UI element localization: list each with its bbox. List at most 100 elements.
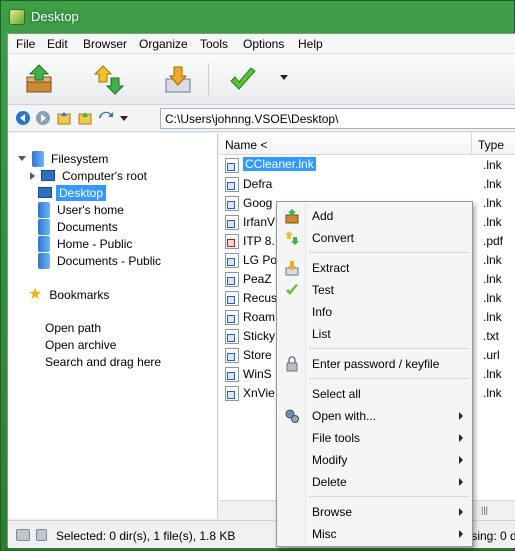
folder-green-icon[interactable] <box>77 110 93 126</box>
menu-separator <box>309 348 469 349</box>
test-toolbar-button[interactable] <box>224 61 262 99</box>
menu-separator <box>309 378 469 379</box>
menu-item-convert[interactable]: Convert <box>279 227 470 249</box>
tree-filesystem[interactable]: Filesystem <box>18 150 111 167</box>
submenu-arrow-icon <box>459 478 463 486</box>
file-type: .lnk <box>483 272 502 286</box>
folder-icon <box>38 201 50 218</box>
file-type: .lnk <box>483 177 502 191</box>
tree-users-home[interactable]: User's home <box>38 201 127 218</box>
menu-label: Delete <box>312 475 347 489</box>
shortcut-icon <box>225 272 239 287</box>
file-row[interactable]: CCleaner.lnk .lnk <box>219 156 515 175</box>
shortcut-icon <box>225 367 239 382</box>
url-file-icon <box>225 348 239 363</box>
menu-item-browse[interactable]: Browse <box>279 501 470 523</box>
add-archive-icon <box>26 64 52 93</box>
menu-item-info[interactable]: Info <box>279 301 470 323</box>
extract-toolbar-button[interactable] <box>159 61 197 99</box>
tree-computers-root[interactable]: Computer's root <box>30 167 150 184</box>
column-header-name[interactable]: Name < <box>219 133 472 155</box>
forward-icon[interactable] <box>35 110 51 126</box>
menu-item-modify[interactable]: Modify <box>279 449 470 471</box>
menu-item-open-with[interactable]: Open with... <box>279 405 470 427</box>
convert-toolbar-button[interactable] <box>90 61 128 99</box>
menu-item-select-all[interactable]: Select all <box>279 383 470 405</box>
tree-documents[interactable]: Documents <box>38 218 121 235</box>
history-dropdown-icon[interactable] <box>120 116 128 121</box>
menu-browser[interactable]: Browser <box>83 37 127 51</box>
checkmark-icon <box>286 284 298 295</box>
scroll-grip-icon[interactable]: ||| <box>481 505 488 515</box>
menu-item-list[interactable]: List <box>279 323 470 345</box>
menu-item-test[interactable]: Test <box>279 279 470 301</box>
tree-desktop[interactable]: Desktop <box>38 184 107 201</box>
pdf-icon <box>225 234 239 249</box>
shortcut-icon <box>225 196 239 211</box>
file-type: .lnk <box>483 291 502 305</box>
bookmarks-header[interactable]: ★ Bookmarks <box>28 286 112 303</box>
expand-icon[interactable] <box>18 156 26 161</box>
add-toolbar-button[interactable] <box>20 61 58 99</box>
menu-help[interactable]: Help <box>298 37 323 51</box>
folder-icon <box>38 235 50 252</box>
title-bar[interactable]: Desktop <box>1 1 515 33</box>
menu-file[interactable]: File <box>16 37 35 51</box>
tree-label: Desktop <box>56 184 107 201</box>
menu-label: Extract <box>312 261 350 275</box>
menu-item-extract[interactable]: Extract <box>279 257 470 279</box>
file-name: Defra <box>243 177 273 191</box>
file-type: .txt <box>483 329 500 343</box>
menu-item-add[interactable]: Add <box>279 205 470 227</box>
file-row[interactable]: Defra .lnk <box>219 175 515 194</box>
menu-options[interactable]: Options <box>243 37 284 51</box>
shortcut-icon <box>225 291 239 306</box>
submenu-arrow-icon <box>459 412 463 420</box>
folder-icon <box>38 252 50 269</box>
folder-up-icon[interactable] <box>56 110 72 126</box>
back-icon[interactable] <box>15 110 31 126</box>
refresh-icon[interactable] <box>98 110 114 126</box>
collapse-icon[interactable] <box>30 171 35 180</box>
menu-organize[interactable]: Organize <box>139 37 188 51</box>
menu-label: File tools <box>312 431 361 445</box>
submenu-arrow-icon <box>459 434 463 442</box>
menu-label: Select all <box>312 387 361 401</box>
open-archive-link[interactable]: Open archive <box>45 338 116 352</box>
client-area: File Edit Browser Organize Tools Options… <box>7 33 515 548</box>
desktop-icon <box>38 187 52 198</box>
shortcut-icon <box>225 158 239 173</box>
tree-label: Documents <box>57 219 118 234</box>
open-path-link[interactable]: Open path <box>45 321 101 335</box>
menu-label: List <box>312 327 331 341</box>
tree-label: Documents - Public <box>57 253 162 268</box>
file-name: ITP 8. <box>243 234 275 248</box>
tree-home-public[interactable]: Home - Public <box>38 235 135 252</box>
file-name: PeaZ <box>243 272 272 286</box>
star-icon: ★ <box>28 285 43 303</box>
menu-item-enter-password[interactable]: Enter password / keyfile <box>279 353 470 375</box>
path-input[interactable]: C:\Users\johnng.VSOE\Desktop\ <box>160 108 515 129</box>
bookmarks-label: Bookmarks <box>49 287 110 302</box>
menu-item-misc[interactable]: Misc <box>279 523 470 545</box>
convert-icon <box>285 231 299 245</box>
column-header-type[interactable]: Type <box>472 133 515 155</box>
file-name: Recus <box>243 291 278 305</box>
search-drag-link[interactable]: Search and drag here <box>45 355 161 369</box>
shortcut-icon <box>225 177 239 192</box>
menu-item-file-tools[interactable]: File tools <box>279 427 470 449</box>
chevron-down-icon[interactable] <box>280 75 288 80</box>
tree-documents-public[interactable]: Documents - Public <box>38 252 164 269</box>
peazip-app-icon <box>9 9 25 25</box>
menu-edit[interactable]: Edit <box>47 37 68 51</box>
menu-label: Browse <box>312 505 353 519</box>
tree-label: Home - Public <box>57 236 133 251</box>
menu-item-delete[interactable]: Delete <box>279 471 470 493</box>
file-name: Sticky <box>243 329 276 343</box>
menu-separator <box>309 496 469 497</box>
text-file-icon <box>225 329 239 344</box>
menu-tools[interactable]: Tools <box>200 37 228 51</box>
file-type: .pdf <box>483 234 504 248</box>
address-bar: C:\Users\johnng.VSOE\Desktop\ <box>8 106 515 132</box>
menu-label: Modify <box>312 453 348 467</box>
